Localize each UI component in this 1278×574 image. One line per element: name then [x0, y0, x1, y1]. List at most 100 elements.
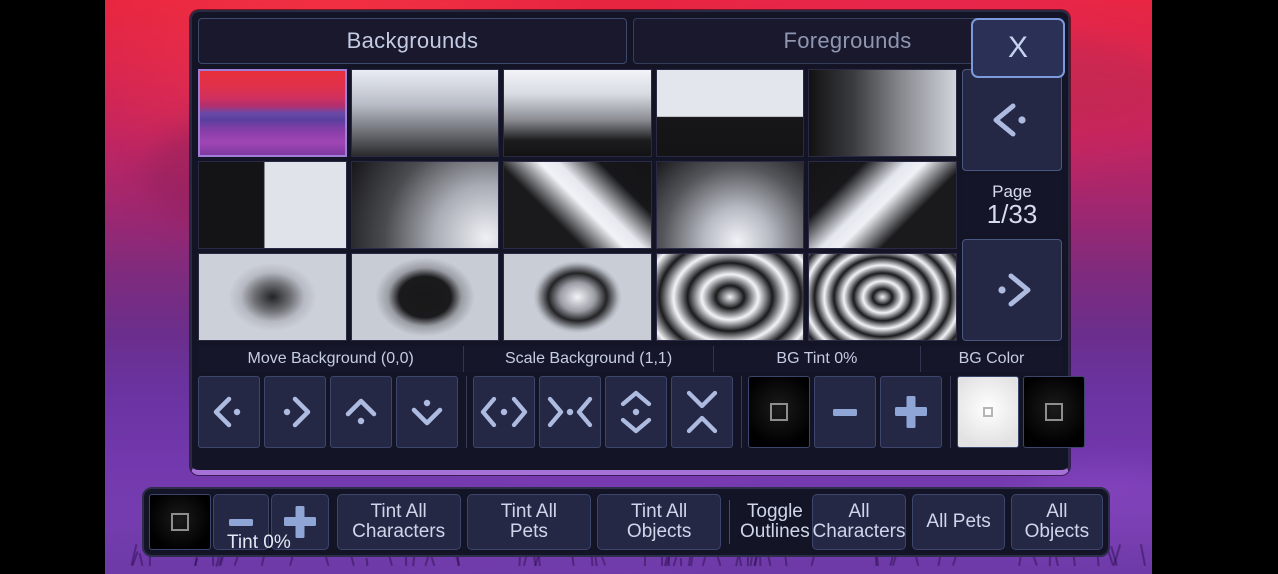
outline-all-characters-line1: All: [848, 502, 869, 522]
collapse-horizontal-icon: [546, 395, 594, 429]
thumbnail-gradient-vert-2[interactable]: [503, 69, 652, 157]
tint-all-characters-line1: Tint All: [370, 502, 426, 522]
bg-color-swatch-black[interactable]: [1023, 376, 1085, 448]
move-button-group: [198, 376, 467, 448]
outline-all-objects-line1: All: [1046, 502, 1067, 522]
toolbar-divider: [729, 500, 730, 544]
outline-all-characters-line2: Characters: [813, 522, 906, 542]
bg-tint-group: [748, 376, 951, 448]
bg-tint-swatch[interactable]: [748, 376, 810, 448]
scale-height-increase-button[interactable]: [605, 376, 667, 448]
thumbnail-split-horizontal[interactable]: [656, 69, 805, 157]
bg-color-swatch-white[interactable]: [957, 376, 1019, 448]
toggle-outlines-line2: Outlines: [740, 522, 810, 542]
outline-all-pets-button[interactable]: All Pets: [912, 494, 1004, 550]
thumbnail-gradient-horiz-1[interactable]: [808, 69, 957, 157]
collapse-vertical-icon: [681, 390, 723, 434]
scale-height-decrease-button[interactable]: [671, 376, 733, 448]
spacer: [329, 494, 337, 550]
global-tint-increase-button[interactable]: [271, 494, 329, 550]
scale-button-group: [473, 376, 742, 448]
chevron-up-dot-icon: [340, 395, 382, 429]
bottom-toolbar: Tint 0% Tint All Characters Tint All Pet…: [142, 487, 1110, 557]
bg-tint-increase-button[interactable]: [880, 376, 942, 448]
thumbnail-image: [352, 70, 499, 156]
thumbnail-image: [657, 162, 804, 248]
tint-all-pets-button[interactable]: Tint All Pets: [467, 494, 591, 550]
thumbnail-grid: [198, 69, 957, 341]
thumbnail-split-vertical[interactable]: [198, 161, 347, 249]
scale-background-header: Scale Background (1,1): [464, 346, 714, 372]
scale-width-increase-button[interactable]: [473, 376, 535, 448]
tab-backgrounds[interactable]: Backgrounds: [198, 18, 627, 64]
move-left-button[interactable]: [198, 376, 260, 448]
background-picker-dialog: Backgrounds Foregrounds Page 1/33 Move B…: [190, 10, 1070, 475]
thumbnail-image: [657, 254, 804, 340]
control-headers: Move Background (0,0) Scale Background (…: [198, 346, 1062, 372]
thumbnail-image: [504, 254, 651, 340]
bg-color-group: [957, 376, 1091, 448]
chevron-down-dot-icon: [406, 395, 448, 429]
thumbnail-diagonal-1[interactable]: [503, 161, 652, 249]
tint-all-objects-button[interactable]: Tint All Objects: [597, 494, 721, 550]
global-tint-group: Tint 0%: [149, 494, 329, 550]
thumbnail-image: [809, 162, 956, 248]
thumbnail-image: [504, 162, 651, 248]
move-background-header: Move Background (0,0): [198, 346, 464, 372]
close-icon: X: [1008, 31, 1028, 65]
move-right-button[interactable]: [264, 376, 326, 448]
thumbnail-rings-3[interactable]: [808, 253, 957, 341]
page-indicator: Page 1/33: [962, 175, 1062, 235]
thumbnail-landscape[interactable]: [198, 69, 347, 157]
bg-color-header: BG Color: [921, 346, 1062, 372]
move-up-button[interactable]: [330, 376, 392, 448]
screen: Backgrounds Foregrounds Page 1/33 Move B…: [0, 0, 1278, 574]
chevron-left-dot-icon: [208, 395, 250, 429]
thumbnail-area: Page 1/33: [198, 69, 1062, 341]
minus-icon: [827, 395, 863, 429]
expand-horizontal-icon: [480, 395, 528, 429]
scale-width-decrease-button[interactable]: [539, 376, 601, 448]
outline-all-pets-line1: All Pets: [926, 512, 990, 532]
bg-tint-decrease-button[interactable]: [814, 376, 876, 448]
tint-all-objects-line1: Tint All: [631, 502, 687, 522]
thumbnail-image: [352, 162, 499, 248]
thumbnail-image: [809, 70, 956, 156]
thumbnail-radial-blob[interactable]: [351, 253, 500, 341]
thumbnail-gradient-corner-1[interactable]: [351, 161, 500, 249]
outline-all-objects-button[interactable]: All Objects: [1011, 494, 1103, 550]
thumbnail-diagonal-2[interactable]: [808, 161, 957, 249]
thumbnail-gradient-corner-2[interactable]: [656, 161, 805, 249]
thumbnail-radial-soft[interactable]: [198, 253, 347, 341]
page-word: Page: [992, 183, 1032, 200]
plus-icon: [280, 503, 320, 541]
outline-all-characters-button[interactable]: All Characters: [812, 494, 907, 550]
page-value: 1/33: [987, 201, 1038, 227]
toggle-outlines-line1: Toggle: [747, 502, 803, 522]
swatch-marker: [983, 407, 993, 417]
chevron-right-dot-icon: [274, 395, 316, 429]
thumbnail-radial-light[interactable]: [503, 253, 652, 341]
control-buttons-row: [198, 376, 1062, 448]
expand-vertical-icon: [615, 390, 657, 434]
close-button[interactable]: X: [971, 18, 1065, 78]
chevron-right-dot-icon: [989, 271, 1035, 309]
plus-icon: [891, 393, 931, 431]
outline-all-objects-line2: Objects: [1025, 522, 1089, 542]
swatch-marker: [171, 513, 189, 531]
next-page-button[interactable]: [962, 239, 1062, 341]
bg-tint-header: BG Tint 0%: [714, 346, 921, 372]
thumbnail-image: [504, 70, 651, 156]
tint-all-pets-line2: Pets: [510, 522, 548, 542]
global-tint-swatch[interactable]: [149, 494, 211, 550]
tab-foregrounds-label: Foregrounds: [783, 28, 911, 54]
tint-all-characters-button[interactable]: Tint All Characters: [337, 494, 461, 550]
prev-page-button[interactable]: [962, 69, 1062, 171]
thumbnail-image: [657, 70, 804, 156]
tint-all-pets-line1: Tint All: [501, 502, 557, 522]
thumbnail-rings-2[interactable]: [656, 253, 805, 341]
move-down-button[interactable]: [396, 376, 458, 448]
global-tint-decrease-button[interactable]: [213, 494, 269, 550]
thumbnail-gradient-vert-1[interactable]: [351, 69, 500, 157]
swatch-marker: [770, 403, 788, 421]
